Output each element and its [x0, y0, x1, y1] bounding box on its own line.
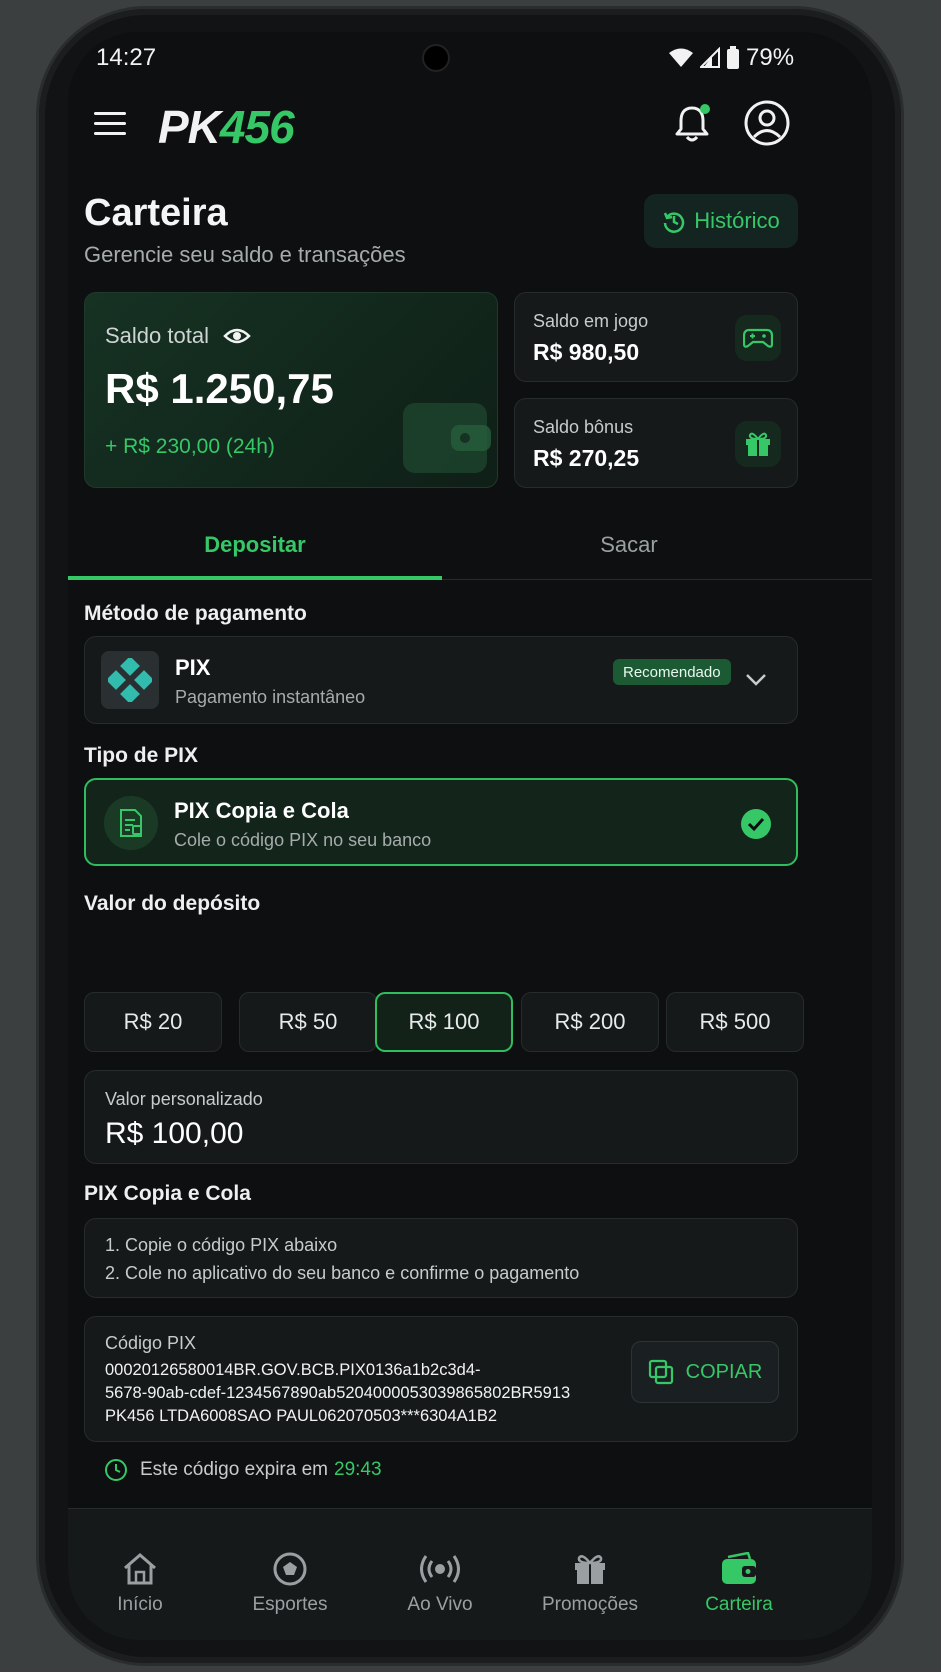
pix-type-option[interactable]: PIX Copia e Cola Cole o código PIX no se… [84, 778, 798, 866]
history-label: Histórico [694, 208, 780, 233]
pix-code-text[interactable]: 00020126580014BR.GOV.BCB.PIX0136a1b2c3d4… [105, 1359, 570, 1428]
bonus-balance-label: Saldo bônus [533, 417, 634, 437]
logo-text-num: 456 [219, 101, 295, 153]
wallet-icon [722, 1552, 756, 1584]
history-button[interactable]: Histórico [644, 194, 798, 248]
instruction-step-1: 1. Copie o código PIX abaixo [105, 1235, 338, 1255]
clock-icon [105, 1459, 127, 1481]
nav-label-inicio: Início [117, 1594, 163, 1615]
pix-type-desc: Cole o código PIX no seu banco [174, 830, 432, 850]
nav-item-ao-vivo[interactable]: Ao Vivo [365, 1552, 515, 1616]
wallet-watermark-icon [403, 403, 491, 473]
bonus-balance-value: R$ 270,25 [533, 445, 640, 471]
status-time: 14:27 [96, 44, 157, 71]
tabs-bar: Depositar Sacar [68, 510, 872, 580]
in-game-balance-value: R$ 980,50 [533, 339, 640, 365]
nav-label-ao-vivo: Ao Vivo [407, 1594, 473, 1615]
pix-code-line-3: PK456 LTDA6008SAO PAUL062070503***6304A1… [105, 1407, 498, 1425]
battery-icon [727, 46, 739, 69]
pix-logo [101, 651, 159, 709]
document-copy-icon [120, 809, 142, 837]
tab-sacar[interactable]: Sacar [442, 510, 816, 580]
nav-item-esportes[interactable]: Esportes [215, 1552, 365, 1616]
custom-amount-value[interactable]: R$ 100,00 [105, 1117, 243, 1151]
nav-item-promocoes[interactable]: Promoções [515, 1552, 665, 1616]
pix-code-line-2: 5678-90ab-cdef-1234567890ab5204000053039… [105, 1384, 571, 1402]
pix-type-badge [104, 796, 158, 850]
gift-badge [735, 421, 781, 467]
total-balance-card: Saldo total R$ 1.250,75 + R$ 230,00 (24h… [84, 292, 498, 488]
live-broadcast-icon [420, 1555, 460, 1583]
battery-percent: 79% [746, 44, 795, 71]
gift-icon [746, 432, 770, 456]
app-screen: 14:27 79% PK456 Carteira Gerencie seu sa… [68, 32, 872, 1640]
page-subtitle: Gerencie seu saldo e transações [84, 242, 406, 267]
instruction-step-2: 2. Cole no aplicativo do seu banco e con… [105, 1263, 580, 1283]
nav-label-esportes: Esportes [252, 1594, 328, 1615]
page-title: Carteira [84, 192, 228, 234]
active-tab-indicator [68, 576, 442, 580]
eye-icon[interactable] [223, 326, 251, 346]
custom-amount-field[interactable]: Valor personalizado R$ 100,00 [84, 1070, 798, 1164]
expiry-text: Este código expira em [140, 1459, 328, 1480]
status-icons: 79% [668, 44, 794, 72]
expiry-note: Este código expira em 29:43 [104, 1458, 382, 1482]
custom-amount-label: Valor personalizado [105, 1089, 263, 1109]
nav-label-promocoes: Promoções [541, 1594, 639, 1615]
amount-option-20[interactable]: R$ 20 [84, 992, 222, 1052]
copy-icon [648, 1359, 673, 1385]
pix-instructions: 1. Copie o código PIX abaixo 2. Cole no … [84, 1218, 798, 1298]
gamepad-icon [743, 328, 773, 348]
nav-item-inicio[interactable]: Início [68, 1552, 215, 1616]
payment-method-heading: Método de pagamento [84, 602, 307, 625]
copy-label: COPIAR [685, 1360, 763, 1383]
home-icon [124, 1553, 156, 1585]
recommended-badge: Recomendado [613, 659, 731, 685]
app-logo[interactable]: PK456 [158, 100, 295, 154]
nav-label-carteira: Carteira [705, 1594, 773, 1615]
soccer-ball-icon [273, 1552, 307, 1586]
deposit-amount-heading: Valor do depósito [84, 892, 261, 915]
profile-button[interactable] [744, 100, 790, 146]
pix-code-box: Código PIX 00020126580014BR.GOV.BCB.PIX0… [84, 1316, 798, 1442]
front-camera [422, 44, 450, 72]
chevron-down-icon[interactable] [745, 673, 767, 687]
bell-icon [675, 104, 710, 142]
in-game-balance-card: Saldo em jogo R$ 980,50 [514, 292, 798, 382]
pix-type-heading: Tipo de PIX [84, 744, 198, 767]
payment-method-select[interactable]: PIX Pagamento instantâneo Recomendado [84, 636, 798, 724]
hamburger-icon [94, 112, 126, 135]
copy-button[interactable]: COPIAR [631, 1341, 779, 1403]
bonus-balance-card: Saldo bônus R$ 270,25 [514, 398, 798, 488]
total-balance-label: Saldo total [105, 323, 209, 348]
pix-code-label: Código PIX [105, 1333, 197, 1353]
in-game-balance-label: Saldo em jogo [533, 311, 649, 331]
check-circle-icon [741, 809, 771, 839]
gamepad-badge [735, 315, 781, 361]
user-avatar-icon [744, 100, 790, 146]
signal-icon [700, 47, 720, 68]
logo-text-pk: PK [158, 101, 221, 153]
pix-type-name: PIX Copia e Cola [174, 798, 349, 823]
total-balance-value: R$ 1.250,75 [105, 365, 334, 412]
notifications-button[interactable] [672, 102, 712, 144]
gift-nav-icon [575, 1555, 605, 1584]
amount-option-100[interactable]: R$ 100 [375, 992, 513, 1052]
pix-copy-heading: PIX Copia e Cola [84, 1182, 251, 1205]
menu-button[interactable] [94, 110, 126, 143]
expiry-countdown: 29:43 [334, 1459, 382, 1480]
amount-option-50[interactable]: R$ 50 [239, 992, 377, 1052]
history-icon [663, 212, 685, 233]
pix-icon [108, 658, 152, 702]
wifi-icon [669, 48, 693, 67]
tab-depositar[interactable]: Depositar [68, 510, 442, 580]
amount-option-500[interactable]: R$ 500 [666, 992, 804, 1052]
balance-change: + R$ 230,00 (24h) [105, 435, 275, 458]
pix-code-line-1: 00020126580014BR.GOV.BCB.PIX0136a1b2c3d4… [105, 1361, 481, 1379]
nav-item-carteira[interactable]: Carteira [664, 1552, 814, 1616]
amount-option-200[interactable]: R$ 200 [521, 992, 659, 1052]
payment-method-desc: Pagamento instantâneo [175, 687, 366, 707]
payment-method-name: PIX [175, 655, 211, 680]
